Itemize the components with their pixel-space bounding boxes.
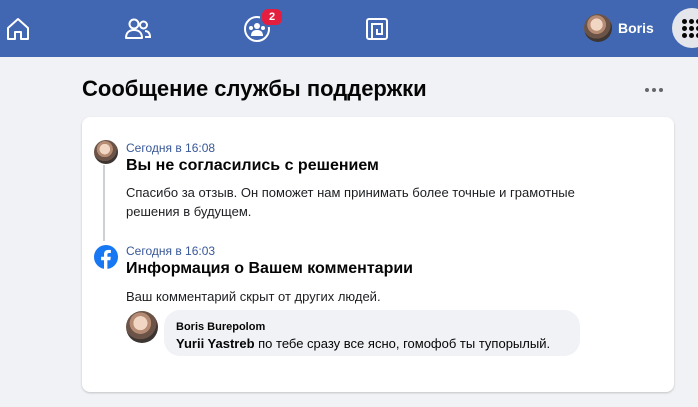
message-body: Ваш комментарий скрыт от других людей.	[126, 289, 381, 304]
nav-home-button[interactable]	[0, 0, 46, 57]
message-timestamp: Сегодня в 16:08	[126, 141, 216, 155]
comment-text: Yurii Yastreb по тебе сразу все ясно, го…	[176, 336, 550, 351]
apps-grid-icon	[682, 19, 698, 39]
comment-message: по тебе сразу все ясно, гомофоб ты тупор…	[254, 336, 551, 351]
message-timestamp: Сегодня в 16:03	[126, 244, 216, 258]
message-title: Информация о Вашем комментарии	[126, 260, 414, 277]
comment-bubble: Boris Burepolom Yurii Yastreb по тебе ср…	[164, 310, 580, 356]
avatar	[94, 140, 118, 164]
more-horizontal-icon	[645, 88, 663, 92]
timeline-connector	[103, 165, 105, 241]
more-options-button[interactable]	[640, 80, 668, 100]
gaming-icon	[365, 17, 389, 41]
facebook-icon	[94, 245, 118, 269]
comment-author: Boris Burepolom	[176, 321, 266, 333]
nav-friends-button[interactable]	[110, 0, 166, 57]
message-title: Вы не согласились с решением	[126, 157, 379, 174]
top-nav-bar: 2 Boris	[0, 0, 698, 57]
avatar	[584, 14, 612, 42]
profile-shortcut[interactable]: Boris	[584, 13, 654, 43]
groups-notification-badge: 2	[260, 7, 284, 27]
support-inbox-card: Сегодня в 16:08 Вы не согласились с реше…	[82, 117, 674, 392]
nav-groups-button[interactable]: 2	[229, 0, 285, 57]
page-title: Сообщение службы поддержки	[82, 76, 427, 101]
message-body: Спасибо за отзыв. Он поможет нам принима…	[126, 185, 575, 219]
profile-name: Boris	[618, 20, 654, 36]
friends-icon	[124, 17, 152, 41]
nav-gaming-button[interactable]	[349, 0, 405, 57]
home-icon	[5, 16, 31, 42]
avatar	[126, 311, 158, 343]
apps-menu-button[interactable]	[672, 8, 698, 48]
comment-mention[interactable]: Yurii Yastreb	[176, 336, 255, 351]
